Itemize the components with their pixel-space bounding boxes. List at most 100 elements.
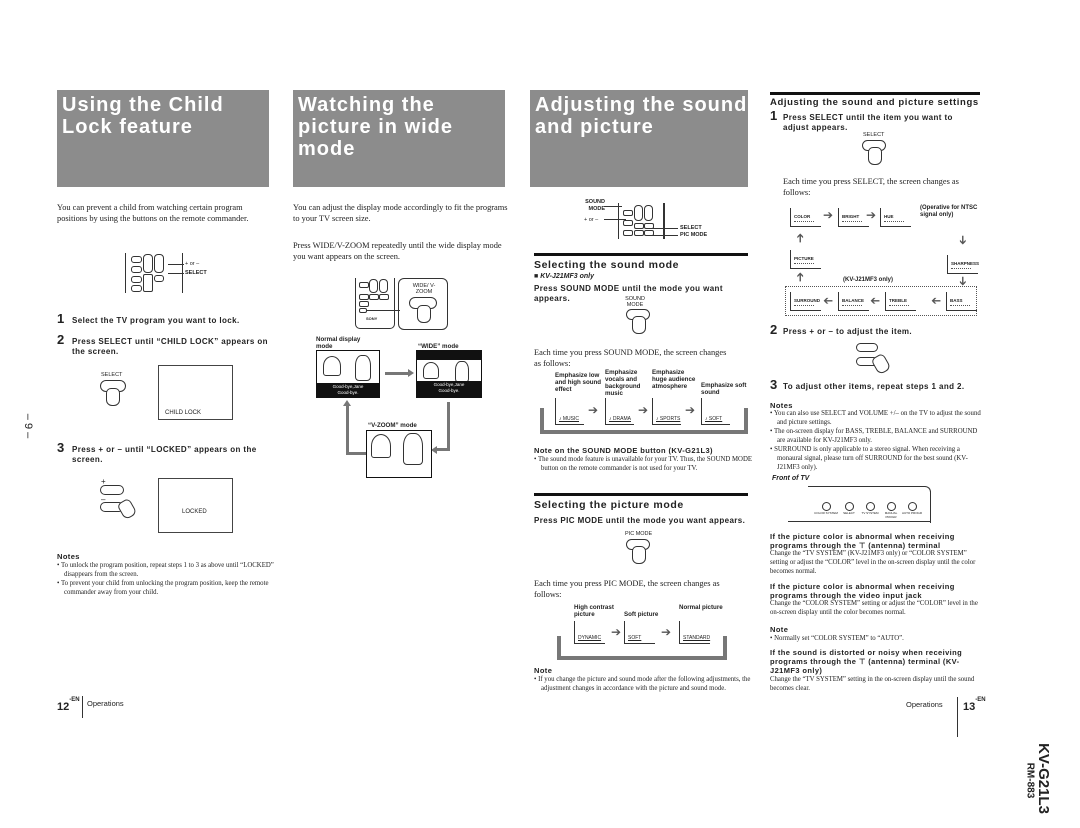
- osd-picture-screen: PICTURE: [790, 250, 821, 269]
- note-item: • SURROUND is only applicable to a stere…: [770, 446, 968, 471]
- settings-step-3: 3 To adjust other items, repeat steps 1 …: [770, 377, 965, 392]
- osd-child-lock-text: CHILD LOCK: [165, 410, 202, 416]
- picture-mode-heading: Selecting the picture mode: [534, 499, 684, 511]
- footer-right: 13-EN: [963, 697, 986, 715]
- leader-line: [168, 264, 184, 265]
- select-button-label: SELECT: [863, 132, 885, 138]
- remote-illustration: [618, 203, 665, 239]
- sound-note-text: • The sound mode feature is unavailable …: [534, 456, 753, 472]
- footer-divider: [957, 697, 958, 737]
- footer-section: Operations: [87, 699, 124, 708]
- page-number: 12: [57, 701, 70, 713]
- adjust-header: Adjusting the sound and picture: [530, 90, 748, 187]
- model-label: KV-G21L3 RM-883: [1020, 740, 1080, 820]
- sound-mode-heading: Selecting the sound mode: [534, 259, 680, 271]
- picture-mode-instruction: Press PIC MODE until the mode you want a…: [534, 516, 746, 525]
- footer-section: Operations: [906, 700, 943, 709]
- flow-arrow-icon: ➔: [866, 208, 877, 222]
- subtitle-line: Good-bye.: [438, 388, 460, 393]
- wide-mode-instruction: Press WIDE/V-ZOOM repeatedly until the w…: [293, 241, 502, 261]
- sound-mode-description: Emphasize vocals and background music: [605, 369, 641, 397]
- tv-front-button[interactable]: [887, 502, 896, 511]
- tv-front-button[interactable]: [822, 502, 831, 511]
- note-item: • You can also use SELECT and VOLUME +/–…: [770, 410, 981, 426]
- select-button-label: SELECT: [101, 372, 123, 378]
- note-item: • Normally set “COLOR SYSTEM” to “AUTO”.: [770, 635, 904, 642]
- flow-arrow-icon: ➔: [793, 232, 808, 244]
- osd-bright-screen: BRIGHT: [838, 208, 869, 227]
- sound-mode-description: Emphasize soft sound: [701, 382, 747, 396]
- pointing-hand-icon: [417, 305, 431, 323]
- sound-mode-description: Emphasize huge audience atmosphere: [652, 369, 696, 390]
- osd-child-lock-screen: CHILD LOCK: [158, 365, 233, 420]
- tv-front-button[interactable]: [866, 502, 875, 511]
- model-note-text: KV-J21MF3 only: [540, 273, 594, 280]
- step-3: 3 Press + or – until “LOCKED” appears on…: [57, 440, 257, 464]
- remote-model: RM-883: [1024, 762, 1036, 799]
- settings-step-2: 2 Press + or – to adjust the item.: [770, 322, 913, 337]
- front-of-tv-label: Front of TV: [772, 475, 810, 482]
- flow-arrow-icon: ➔: [956, 234, 971, 246]
- wide-button-callout: WIDE/ V-ZOOM: [398, 278, 448, 330]
- remote-brand: SONY: [366, 316, 378, 321]
- settings-heading: Adjusting the sound and picture settings: [770, 97, 979, 108]
- child-lock-intro: You can prevent a child from watching ce…: [57, 203, 249, 223]
- pointing-hand-icon: [106, 388, 120, 406]
- picture-note-heading: Note: [534, 666, 553, 675]
- leader-line: [367, 310, 400, 311]
- tv-front-button[interactable]: [908, 502, 917, 511]
- dotted-group: [785, 286, 977, 316]
- child-lock-header: Using the Child Lock feature: [57, 90, 269, 187]
- trouble-heading: If the picture color is abnormal when re…: [770, 532, 955, 550]
- settings-notes-heading: Notes: [770, 401, 793, 410]
- pic-mode-button-label: PIC MODE: [625, 531, 653, 537]
- settings-body: Each time you press SELECT, the screen c…: [783, 177, 959, 197]
- osd-color-screen: COLOR: [790, 208, 821, 227]
- step-1: 1 Select the TV program you want to lock…: [57, 311, 240, 326]
- settings-step-1: 1 Press SELECT until the item you want t…: [770, 108, 953, 132]
- leader-line: [168, 273, 184, 274]
- pic-mode-label: PIC MODE: [680, 232, 708, 238]
- ntsc-note: (Operative for NTSC signal only): [920, 205, 978, 218]
- page-suffix: -EN: [975, 697, 986, 703]
- wide-mode-picture: Good-bye,Jane Good-bye.: [416, 350, 482, 398]
- osd-item-label: HUE: [884, 214, 894, 219]
- osd-locked-text: LOCKED: [182, 509, 207, 515]
- osd-item-label: SHARPNESS: [951, 261, 980, 266]
- osd-item-label: PICTURE: [794, 256, 814, 261]
- trouble-heading: If the picture color is abnormal when re…: [770, 582, 955, 600]
- tv-front-button[interactable]: [845, 502, 854, 511]
- model-name: KV-G21L3: [1034, 743, 1052, 814]
- sound-mode-label: SOUND MODE: [585, 199, 605, 212]
- picture-mode-description: Normal picture: [679, 604, 723, 611]
- normal-mode-picture: Good-bye,Jane Good-bye.: [316, 350, 380, 398]
- sound-mode-body: Each time you press SOUND MODE, the scre…: [534, 348, 727, 368]
- child-lock-title: Using the Child Lock feature: [62, 94, 224, 138]
- sound-note-heading: Note on the SOUND MODE button (KV-G21L3): [534, 446, 713, 455]
- normal-mode-label: Normal display mode: [316, 336, 361, 350]
- plus-button[interactable]: [100, 485, 124, 495]
- osd-item-label: COLOR: [794, 214, 811, 219]
- vzoom-mode-picture: [366, 430, 432, 478]
- page-number: 13: [963, 701, 976, 713]
- plus-button[interactable]: [856, 343, 878, 352]
- model-note: ■ KV-J21MF3 only: [534, 273, 594, 280]
- section-rule: [534, 493, 748, 496]
- picture-mode-description: High contrast picture: [574, 604, 614, 618]
- osd-locked-screen: LOCKED: [158, 478, 233, 533]
- vzoom-mode-label: “V-ZOOM” mode: [368, 422, 417, 429]
- flow-arrow-icon: ➔: [956, 275, 971, 287]
- plus-minus-label: + or –: [185, 261, 200, 267]
- plus-minus-label: + or –: [584, 217, 599, 223]
- notes-heading: Notes: [57, 552, 80, 561]
- wide-mode-title: Watching the picture in wide mode: [298, 94, 454, 160]
- tv-front-button-label: AUTO PROGR: [901, 511, 923, 515]
- model-only-note: (KV-J21MF3 only): [843, 277, 894, 283]
- picture-note-text: • If you change the picture and sound mo…: [534, 676, 751, 692]
- select-label: SELECT: [680, 225, 702, 231]
- note-item: • To prevent your child from unlocking t…: [57, 580, 269, 596]
- sound-loop-arrow: [540, 408, 748, 434]
- wide-mode-header: Watching the picture in wide mode: [293, 90, 505, 187]
- wide-button-label: WIDE/ V-ZOOM: [412, 283, 436, 295]
- osd-item-label: BRIGHT: [842, 214, 860, 219]
